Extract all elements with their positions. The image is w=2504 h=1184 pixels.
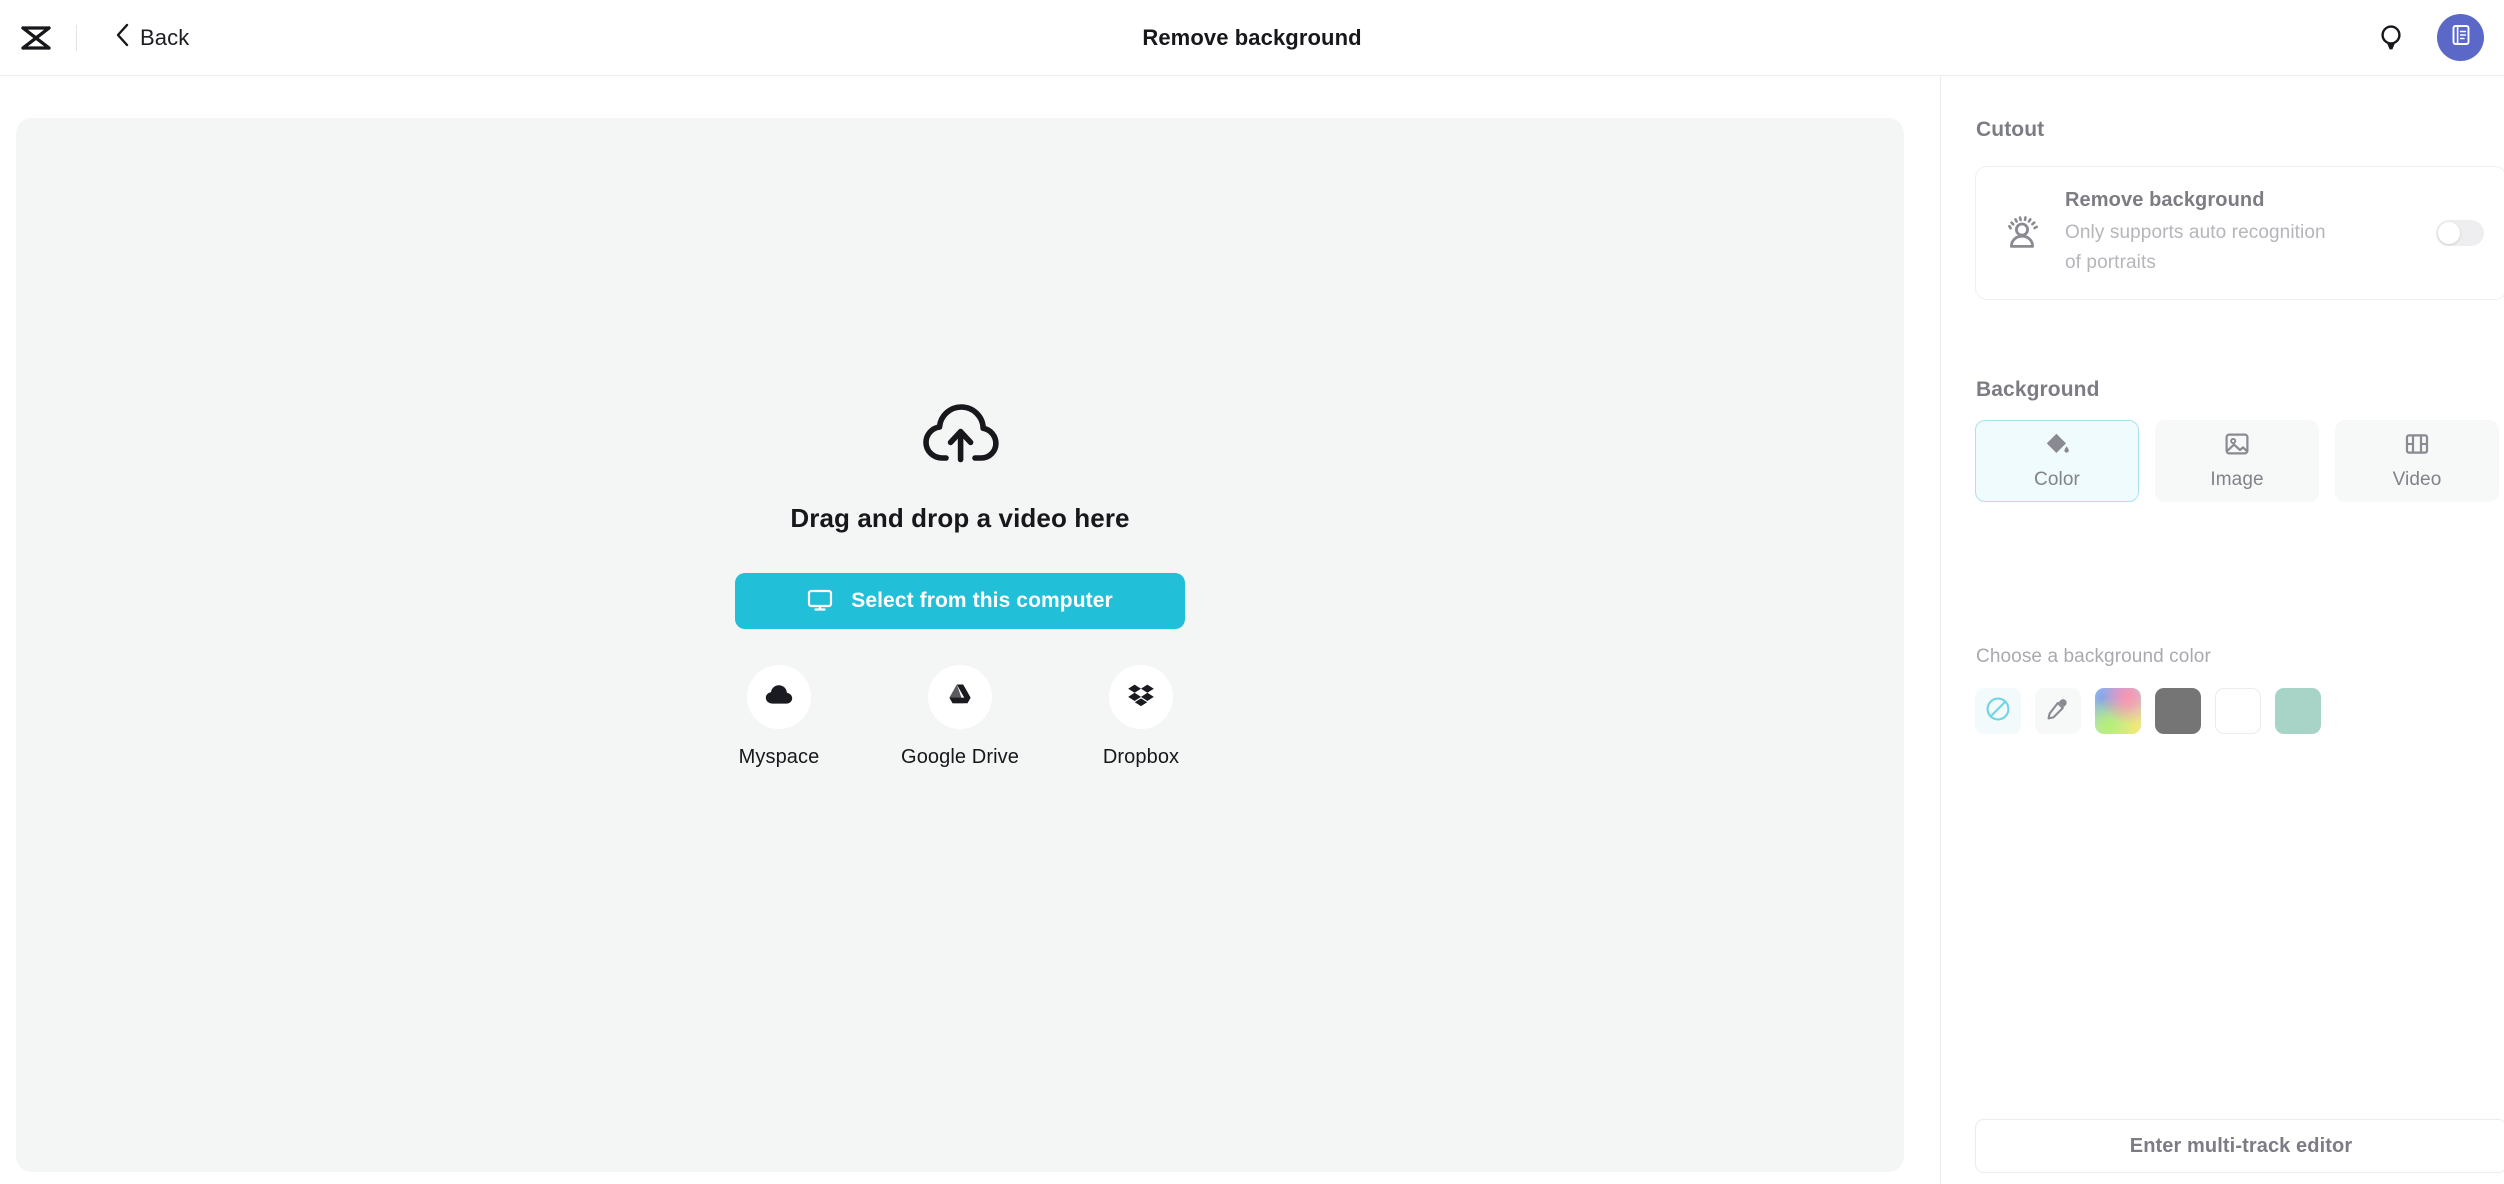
tab-video[interactable]: Video — [2335, 420, 2499, 502]
tab-image[interactable]: Image — [2155, 420, 2319, 502]
service-myspace-label: Myspace — [738, 746, 820, 768]
avatar[interactable] — [2437, 14, 2484, 61]
page-title: Remove background — [1142, 25, 1362, 50]
monitor-icon — [807, 588, 833, 615]
portrait-cutout-icon — [2000, 211, 2044, 255]
lightbulb-icon[interactable] — [2371, 18, 2411, 58]
tab-video-label: Video — [2392, 469, 2442, 490]
swatch-none[interactable] — [1975, 688, 2021, 734]
remove-background-card: Remove background Only supports auto rec… — [1975, 166, 2504, 300]
document-avatar-icon — [2449, 23, 2473, 52]
cutout-section-title: Cutout — [1976, 118, 2045, 141]
service-myspace[interactable]: Myspace — [709, 665, 849, 769]
service-google-drive-circle — [928, 665, 992, 729]
remove-background-description: Only supports auto recognition of portra… — [2065, 221, 2326, 273]
video-canvas-area: Drag and drop a video here Select from t… — [16, 118, 1904, 1172]
background-color-swatches — [1975, 688, 2321, 734]
toggle-knob — [2438, 222, 2460, 244]
swatch-gray[interactable] — [2155, 688, 2201, 734]
image-icon — [2224, 431, 2250, 462]
remove-background-name: Remove background — [2065, 188, 2265, 211]
service-dropbox-circle — [1109, 665, 1173, 729]
tab-color[interactable]: Color — [1975, 420, 2139, 502]
service-google-drive-label: Google Drive — [901, 746, 1019, 768]
header-left-group: Back — [0, 16, 197, 60]
enter-multi-track-editor-button[interactable]: Enter multi-track editor — [1975, 1119, 2504, 1173]
enter-multi-track-editor-label: Enter multi-track editor — [2129, 1134, 2353, 1157]
dropbox-icon — [1127, 682, 1155, 713]
swatch-gradient-picker[interactable] — [2095, 688, 2141, 734]
swatch-mint[interactable] — [2275, 688, 2321, 734]
swatch-eyedropper[interactable] — [2035, 688, 2081, 734]
capcut-remove-background-page: Back Remove background Drag and drop a v… — [0, 0, 2504, 1184]
google-drive-icon — [946, 682, 974, 713]
service-dropbox[interactable]: Dropbox — [1071, 665, 1211, 769]
properties-sidebar: Cutout Remove background Only supports a… — [1940, 76, 2504, 1184]
select-from-computer-button[interactable]: Select from this computer — [735, 573, 1185, 629]
background-type-tabs: Color Image Video — [1975, 420, 2499, 502]
dropzone-title: Drag and drop a video here — [790, 503, 1130, 533]
back-button-label: Back — [140, 24, 190, 50]
service-myspace-circle — [747, 665, 811, 729]
select-from-computer-label: Select from this computer — [851, 589, 1113, 612]
tab-color-label: Color — [2034, 469, 2080, 490]
choose-background-color-label: Choose a background color — [1976, 646, 2211, 667]
swatch-white[interactable] — [2215, 688, 2261, 734]
header-divider — [76, 24, 77, 51]
app-header: Back Remove background — [0, 0, 2504, 76]
cloud-icon — [764, 683, 794, 712]
paint-bucket-icon — [2044, 431, 2070, 462]
tab-image-label: Image — [2210, 469, 2264, 490]
remove-background-text: Remove background Only supports auto rec… — [2065, 189, 2436, 278]
remove-background-toggle[interactable] — [2436, 220, 2484, 246]
no-color-icon — [1985, 696, 2011, 727]
service-dropbox-label: Dropbox — [1102, 746, 1180, 768]
cloud-services-row: Myspace Google Drive Dropbox — [709, 665, 1211, 769]
cloud-upload-icon — [921, 402, 999, 469]
back-button[interactable]: Back — [107, 17, 197, 58]
header-right-group — [2371, 0, 2484, 75]
capcut-logo-icon[interactable] — [14, 16, 58, 60]
chevron-left-icon — [115, 23, 129, 52]
background-section-title: Background — [1976, 378, 2100, 401]
eyedropper-icon — [2045, 696, 2071, 727]
service-google-drive[interactable]: Google Drive — [890, 665, 1030, 769]
dropzone[interactable]: Drag and drop a video here Select from t… — [709, 402, 1211, 769]
film-icon — [2404, 431, 2430, 462]
